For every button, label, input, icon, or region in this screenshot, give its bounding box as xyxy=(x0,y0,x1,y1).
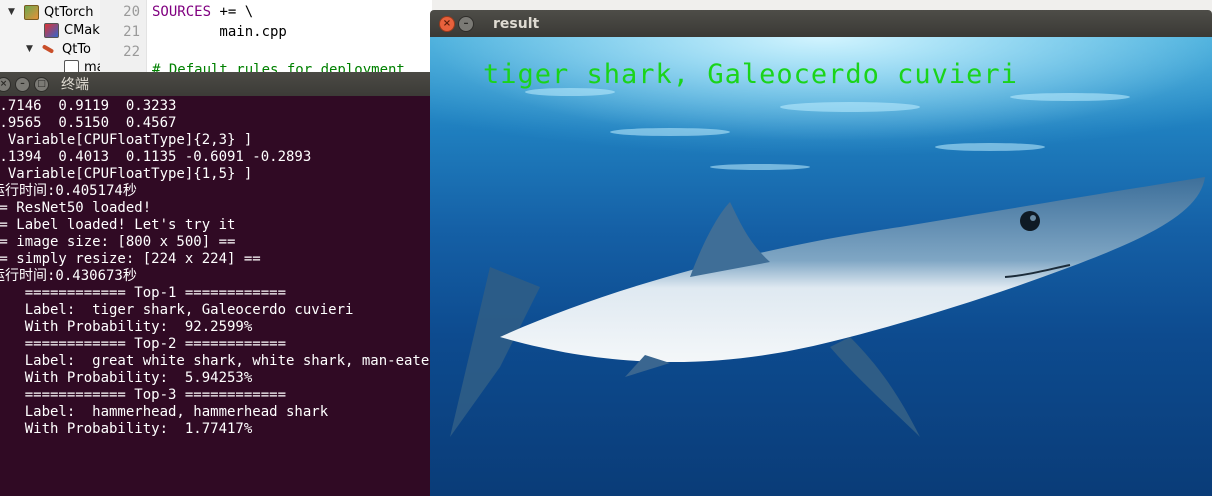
prediction-label: tiger shark, Galeocerdo cuvieri xyxy=(483,59,1018,90)
build-hammer-icon xyxy=(41,44,55,54)
terminal-line: [ Variable[CPUFloatType]{2,3} ] xyxy=(0,132,253,148)
terminal-line: 0.1394 0.4013 0.1135 -0.6091 -0.2893 xyxy=(0,149,312,165)
minimize-icon[interactable]: – xyxy=(458,15,474,32)
minimize-icon[interactable]: – xyxy=(15,76,30,92)
terminal-line: With Probability: 1.77417% xyxy=(0,421,253,437)
terminal-line: 运行时间:0.405174秒 xyxy=(0,183,137,199)
shark-illustration xyxy=(430,37,1212,437)
shark-photo: tiger shark, Galeocerdo cuvieri xyxy=(430,37,1212,496)
terminal-line: With Probability: 92.2599% xyxy=(0,319,253,335)
code-line-23: # Default rules for deployment xyxy=(152,62,405,72)
terminal-titlebar[interactable]: × – □ 终端 xyxy=(0,72,432,96)
expand-arrow-icon[interactable]: ▼ xyxy=(8,7,18,17)
terminal-line: == simply resize: [224 x 224] == xyxy=(0,251,261,267)
cpp-file-icon xyxy=(64,59,79,72)
terminal-line: Label: hammerhead, hammerhead shark xyxy=(0,404,329,420)
terminal-line: With Probability: 5.94253% xyxy=(0,370,253,386)
terminal-line: 0.7146 0.9119 0.3233 xyxy=(0,98,177,114)
project-icon xyxy=(24,4,39,20)
qt-creator-editor: ▼ QtTorch CMak ▼ QtTo ma 20 21 22 SOURCE… xyxy=(0,0,432,72)
maximize-icon[interactable]: □ xyxy=(34,76,49,92)
line-number: 20 xyxy=(123,4,140,20)
terminal-line: == ResNet50 loaded! xyxy=(0,200,152,216)
tree-item-project[interactable]: ▼ QtTorch xyxy=(8,3,93,21)
tree-item-label: QtTo xyxy=(62,41,92,57)
result-window[interactable]: × – result tiger shark, Galeocerdo cuvie… xyxy=(430,10,1212,496)
tree-item-sources[interactable]: ▼ QtTo xyxy=(26,40,91,58)
tree-item-cmake[interactable]: CMak xyxy=(44,21,100,39)
terminal-output[interactable]: 0.7146 0.9119 0.3233 0.9565 0.5150 0.456… xyxy=(0,98,432,496)
terminal-window[interactable]: × – □ 终端 0.7146 0.9119 0.3233 0.9565 0.5… xyxy=(0,72,432,496)
tree-item-label: QtTorch xyxy=(44,4,94,20)
terminal-line: ============ Top-2 ============ xyxy=(0,336,287,352)
code-editor[interactable]: 20 21 22 SOURCES += \ main.cpp # Default… xyxy=(100,0,432,72)
terminal-line: Label: tiger shark, Galeocerdo cuvieri xyxy=(0,302,354,318)
expand-arrow-icon[interactable]: ▼ xyxy=(26,44,36,54)
close-icon[interactable]: × xyxy=(0,76,11,92)
terminal-line: ============ Top-1 ============ xyxy=(0,285,287,301)
project-tree: ▼ QtTorch CMak ▼ QtTo ma xyxy=(0,0,105,72)
terminal-line: 0.9565 0.5150 0.4567 xyxy=(0,115,177,131)
code-text: += \ xyxy=(211,4,254,20)
terminal-line: 运行时间:0.430673秒 xyxy=(0,268,137,284)
terminal-line: Label: great white shark, white shark, m… xyxy=(0,353,432,369)
line-number: 22 xyxy=(123,44,140,60)
line-number: 21 xyxy=(123,24,140,40)
code-keyword: SOURCES xyxy=(152,4,212,20)
terminal-title: 终端 xyxy=(61,77,89,93)
line-number-gutter: 20 21 22 xyxy=(100,0,147,72)
terminal-line: == image size: [800 x 500] == xyxy=(0,234,236,250)
terminal-line: == Label loaded! Let's try it xyxy=(0,217,236,233)
close-icon[interactable]: × xyxy=(439,15,455,32)
terminal-line: [ Variable[CPUFloatType]{1,5} ] xyxy=(0,166,253,182)
cmake-file-icon xyxy=(44,22,59,38)
code-line-21: main.cpp xyxy=(152,24,287,40)
code-line-20: SOURCES += \ xyxy=(152,4,253,20)
tree-item-main[interactable]: ma xyxy=(64,58,105,72)
result-title: result xyxy=(493,15,540,32)
result-titlebar[interactable]: × – result xyxy=(430,10,1212,37)
terminal-line: ============ Top-3 ============ xyxy=(0,387,287,403)
tree-item-label: CMak xyxy=(64,22,100,38)
